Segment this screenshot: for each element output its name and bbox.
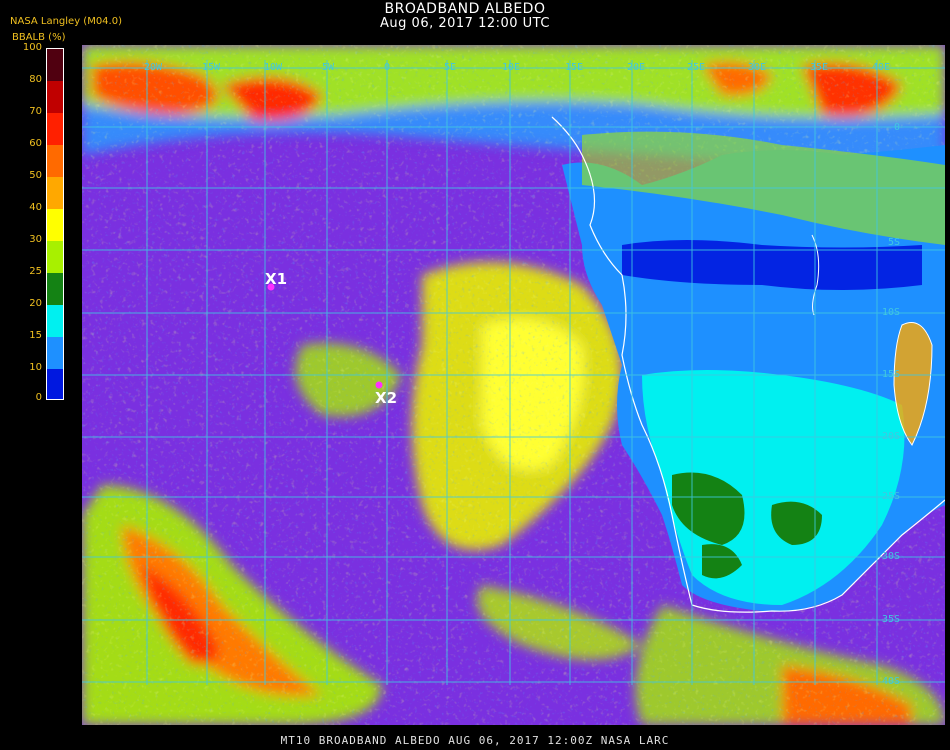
colorbar-swatch-70-80 [47, 81, 63, 113]
colorbar-label-40: 40 [29, 202, 42, 213]
lon-label-20w: 20W [144, 62, 163, 73]
colorbar-swatch-15-20 [47, 305, 63, 337]
albedo-map: 20W 15W 10W 5W 0 5E 10E 15E 20E 25E 30E … [82, 45, 945, 725]
lat-label-10s: 10S [882, 307, 900, 318]
lon-label-5w: 5W [322, 62, 335, 73]
lon-label-25e: 25E [687, 62, 705, 73]
lat-label-30s: 30S [882, 551, 900, 562]
lat-label-35s: 35S [882, 614, 900, 625]
colorbar-label-80: 80 [29, 74, 42, 85]
colorbar-swatch-20-25 [47, 273, 63, 305]
credit-label: NASA Langley (M04.0) [10, 16, 122, 27]
colorbar-label-30: 30 [29, 234, 42, 245]
lon-label-15e: 15E [565, 62, 583, 73]
colorbar-swatch-30-40 [47, 209, 63, 241]
colorbar-swatch-60-70 [47, 113, 63, 145]
colorbar-label-10: 10 [29, 362, 42, 373]
colorbar-label-0: 0 [35, 392, 42, 403]
lat-label-25s: 25S [882, 491, 900, 502]
lat-label-15s: 15S [882, 369, 900, 380]
colorbar-label-25: 25 [29, 266, 42, 277]
marker-x1-label: X1 [265, 270, 287, 288]
lon-label-35e: 35E [810, 62, 828, 73]
colorbar-swatch-80-100 [47, 49, 63, 81]
colorbar-label-100: 100 [22, 42, 42, 53]
colorbar-label-20: 20 [29, 298, 42, 309]
colorbar-swatch-25-30 [47, 241, 63, 273]
lon-label-30e: 30E [748, 62, 766, 73]
lat-label-40s: 40S [882, 676, 900, 687]
colorbar [46, 48, 64, 400]
map-datetime: Aug 06, 2017 12:00 UTC [380, 16, 550, 31]
marker-x2-dot [375, 381, 383, 389]
lon-label-20e: 20E [627, 62, 645, 73]
colorbar-label-60: 60 [29, 138, 42, 149]
marker-x1: X1 [265, 270, 287, 291]
lat-label-5s: 5S [888, 237, 900, 248]
lat-label-0: 0 [894, 122, 900, 133]
lon-label-10e: 10E [502, 62, 520, 73]
colorbar-label-15: 15 [29, 330, 42, 341]
colorbar-swatch-50-60 [47, 145, 63, 177]
colorbar-label-50: 50 [29, 170, 42, 181]
marker-x2-label: X2 [375, 389, 397, 407]
colorbar-swatch-0-10 [47, 369, 63, 399]
lat-label-20s: 20S [882, 431, 900, 442]
footer-caption: MT10 BROADBAND ALBEDO AUG 06, 2017 12:00… [280, 734, 670, 747]
map-title: BROADBAND ALBEDO [384, 1, 546, 17]
colorbar-swatch-10-15 [47, 337, 63, 369]
lon-label-10w: 10W [264, 62, 283, 73]
lon-label-40e: 40E [872, 62, 890, 73]
colorbar-label-70: 70 [29, 106, 42, 117]
lon-label-0: 0 [384, 62, 390, 73]
lon-label-5e: 5E [444, 62, 456, 73]
lon-label-15w: 15W [202, 62, 221, 73]
colorbar-swatch-40-50 [47, 177, 63, 209]
